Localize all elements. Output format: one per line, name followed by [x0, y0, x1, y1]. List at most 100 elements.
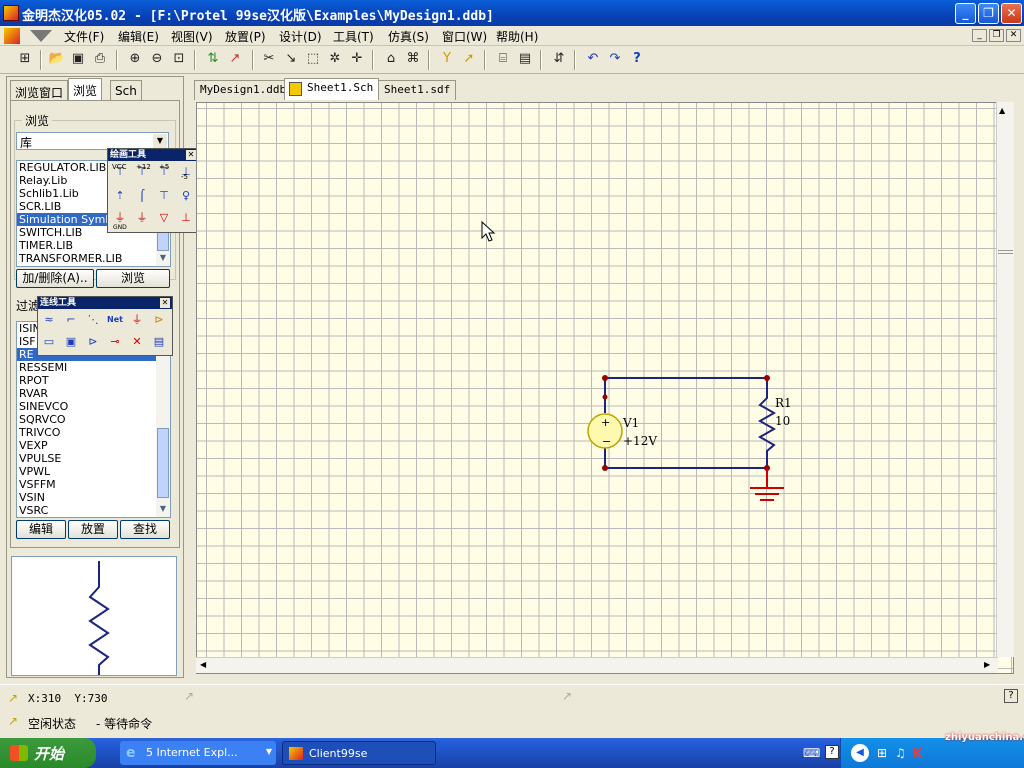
menu-window[interactable]: 窗口(W)	[442, 28, 487, 45]
taskbar-item-client99se[interactable]: Client99se	[282, 741, 436, 765]
sheet-vertical-scrollbar[interactable]: ▲	[996, 102, 1014, 657]
up-down-hierarchy-icon[interactable]: ⇅	[204, 50, 222, 68]
component-item[interactable]: VSFFM	[17, 478, 170, 491]
zoom-fit-icon[interactable]: ⊡	[170, 50, 188, 68]
tab-sheet1-sch[interactable]: Sheet1.Sch	[284, 78, 380, 100]
mdi-restore-button[interactable]: ❐	[989, 29, 1004, 42]
app-icon[interactable]	[3, 5, 19, 21]
component-item[interactable]: RPOT	[17, 374, 170, 387]
chassis-ground-icon[interactable]: ⊥	[177, 209, 195, 227]
save-icon[interactable]: ▣	[69, 50, 87, 68]
zoom-in-icon[interactable]: ⊕	[126, 50, 144, 68]
component-item[interactable]: VSRC	[17, 504, 170, 517]
component-item[interactable]: VEXP	[17, 439, 170, 452]
no-erc-icon[interactable]: ✕	[128, 333, 146, 351]
move-icon[interactable]: ✛	[348, 50, 366, 68]
net-label-icon[interactable]: Net	[106, 311, 124, 329]
tab-browse[interactable]: 浏览	[68, 78, 103, 100]
menu-simulate[interactable]: 仿真(S)	[388, 28, 429, 45]
mdi-minimize-button[interactable]: _	[972, 29, 987, 42]
sheet-symbol-icon[interactable]: ▣	[62, 333, 80, 351]
signal-ground-icon[interactable]: ⏚	[133, 209, 151, 227]
select-icon[interactable]: ⬚	[304, 50, 322, 68]
source-value[interactable]: +12V	[623, 434, 657, 448]
redo-icon[interactable]: ↷	[606, 50, 624, 68]
scroll-left-icon[interactable]: ◀	[200, 660, 206, 669]
keyboard-icon[interactable]: ⌨	[803, 746, 820, 760]
pcb-layout-icon[interactable]: ▤	[150, 333, 168, 351]
drawing-tools-icon[interactable]: ⌘	[404, 50, 422, 68]
source-designator[interactable]: V1	[623, 416, 639, 430]
component-item[interactable]: SINEVCO	[17, 400, 170, 413]
bus-icon[interactable]: ⌐	[62, 311, 80, 329]
browse-library-icon[interactable]: ➚	[460, 50, 478, 68]
vcc-power-icon[interactable]: VCC ⊤	[111, 163, 129, 181]
print-icon[interactable]: ⎙	[91, 50, 109, 68]
design-manager-icon[interactable]: ⊞	[16, 50, 34, 68]
component-item[interactable]: RESSEMI	[17, 361, 170, 374]
port-icon[interactable]: ⊳	[150, 311, 168, 329]
add-remove-library-button[interactable]: 加/删除(A)..	[16, 269, 94, 288]
taskbar-item-ie[interactable]: e 5 Internet Expl... ▼	[120, 741, 276, 765]
arrow-power-icon[interactable]: ⇡	[111, 187, 129, 205]
component-item[interactable]: RVAR	[17, 387, 170, 400]
bus-entry-icon[interactable]: ⋱	[84, 311, 102, 329]
cut-icon[interactable]: ✂	[260, 50, 278, 68]
increment-part-icon[interactable]: ⌸	[494, 50, 512, 68]
compile-icon[interactable]: ▤	[516, 50, 534, 68]
help-icon[interactable]: ?	[628, 50, 646, 68]
close-icon[interactable]: ✕	[160, 298, 170, 308]
menu-arrow-icon[interactable]	[30, 30, 52, 42]
sound-icon[interactable]: ♫	[895, 746, 906, 760]
circle-power-icon[interactable]: ♀	[177, 187, 195, 205]
sheet-entry-icon[interactable]: ⊳	[84, 333, 102, 351]
browse-button[interactable]: 浏览	[96, 269, 170, 288]
deselect-icon[interactable]: ✲	[326, 50, 344, 68]
close-button[interactable]: ✕	[1001, 3, 1022, 24]
library-item[interactable]: TIMER.LIB	[17, 239, 170, 252]
help-icon[interactable]: ?	[1004, 689, 1018, 703]
mdi-close-button[interactable]: ✕	[1006, 29, 1021, 42]
part-icon[interactable]: ▭	[40, 333, 58, 351]
component-item[interactable]: TRIVCO	[17, 426, 170, 439]
wave-power-icon[interactable]: ⌠	[133, 187, 151, 205]
chevron-down-icon[interactable]: ▼	[153, 134, 167, 148]
help-icon[interactable]: ?	[825, 745, 839, 759]
library-icon[interactable]: Y	[438, 50, 456, 68]
schematic-sheet[interactable]: + − V1 +12V R1 10	[196, 102, 1014, 674]
antivirus-icon[interactable]: K	[913, 746, 922, 760]
scroll-thumb[interactable]	[998, 250, 1013, 254]
menu-file[interactable]: 文件(F)	[64, 28, 104, 45]
tab-explorer[interactable]: 浏览窗口	[10, 80, 69, 100]
wire-icon[interactable]: ≈	[40, 311, 58, 329]
doc-icon[interactable]	[4, 28, 20, 44]
menu-view[interactable]: 视图(V)	[171, 28, 213, 45]
tray-expand-icon[interactable]: ◀	[851, 744, 869, 762]
component-item[interactable]: SQRVCO	[17, 413, 170, 426]
tab-sch[interactable]: Sch	[110, 80, 142, 100]
zoom-out-icon[interactable]: ⊖	[148, 50, 166, 68]
gnd-power-icon[interactable]: ⏚ GND	[111, 209, 129, 231]
ground-icon[interactable]: ⏚	[128, 311, 146, 329]
find-component-button[interactable]: 查找	[120, 520, 170, 539]
scroll-down-icon[interactable]: ▼	[157, 253, 169, 265]
paste-icon[interactable]: ↘	[282, 50, 300, 68]
library-item[interactable]: TRANSFORMER.LIB	[17, 252, 170, 265]
plus5-power-icon[interactable]: +5 ⊤	[155, 163, 173, 181]
cross-probe-icon[interactable]: ↗	[226, 50, 244, 68]
component-item[interactable]: VPULSE	[17, 452, 170, 465]
menu-help[interactable]: 帮助(H)	[496, 28, 538, 45]
minus5-power-icon[interactable]: -5 ⊥	[177, 163, 195, 181]
scroll-right-icon[interactable]: ▶	[984, 660, 990, 669]
earth-ground-icon[interactable]: ▽	[155, 209, 173, 227]
plus12-power-icon[interactable]: +12 ⊤	[133, 163, 151, 181]
start-button[interactable]: 开始	[0, 738, 96, 768]
resistor-value[interactable]: 10	[775, 414, 790, 428]
menu-edit[interactable]: 编辑(E)	[118, 28, 159, 45]
bar-power-icon[interactable]: ⊤	[155, 187, 173, 205]
restore-button[interactable]: ❐	[978, 3, 999, 24]
menu-place[interactable]: 放置(P)	[225, 28, 266, 45]
network-icon[interactable]: ⊞	[877, 746, 887, 760]
scroll-up-icon[interactable]: ▲	[999, 106, 1005, 115]
undo-icon[interactable]: ↶	[584, 50, 602, 68]
